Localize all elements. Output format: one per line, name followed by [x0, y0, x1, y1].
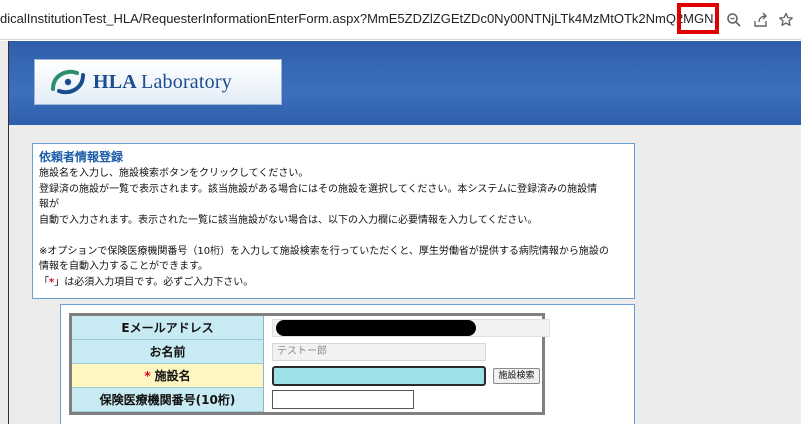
info-line: 情報を自動入力することができます。 [39, 261, 208, 272]
insurance-code-cell [264, 388, 542, 412]
required-note-prefix: 「 [39, 276, 49, 288]
info-line: 自動で入力されます。表示された一覧に該当施設がない場合は、以下の入力欄に必要情報… [39, 214, 538, 226]
name-label: お名前 [72, 340, 264, 364]
email-label: Eメールアドレス [72, 316, 264, 340]
info-line [39, 228, 628, 244]
facility-label-text: 施設名 [154, 369, 191, 383]
info-line: 施設名を入力し、施設検索ボタンをクリックしてください。 [39, 168, 309, 179]
insurance-code-input[interactable] [272, 390, 414, 409]
email-row: Eメールアドレス [72, 316, 550, 340]
logo-text-laboratory: Laboratory [141, 70, 232, 93]
requester-form-table: Eメールアドレス お名前 テストー郎 * 施設名 施設検索 保険医療機関番号(1… [69, 313, 550, 415]
facility-cell: 施設検索 [264, 364, 542, 388]
name-cell: テストー郎 [264, 340, 542, 364]
hla-logo-mark-icon [51, 69, 85, 95]
redacted-email-mask [276, 320, 476, 336]
facility-row: * 施設名 施設検索 [72, 364, 542, 388]
facility-label: * 施設名 [72, 364, 264, 388]
url-text[interactable]: dicalInstitutionTest_HLA/RequesterInform… [0, 11, 716, 29]
requester-info-box: 依頼者情報登録 施設名を入力し、施設検索ボタンをクリックしてください。 登録済の… [32, 143, 635, 299]
info-line: ※オプションで保険医療機関番号（10桁）を入力して施設検索を行っていただくと、厚… [39, 245, 609, 257]
info-line: 報が [39, 199, 59, 210]
bookmark-star-icon[interactable] [776, 10, 796, 30]
required-star: * [144, 368, 151, 383]
logo-text-hla: HLA [93, 70, 136, 93]
facility-search-button[interactable]: 施設検索 [493, 368, 540, 384]
name-row: お名前 テストー郎 [72, 340, 542, 364]
info-line: 登録済の施設が一覧で表示されます。該当施設がある場合にはその施設を選択してくださ… [39, 183, 598, 195]
insurance-code-row: 保険医療機関番号(10桁) [72, 388, 542, 412]
browser-address-bar: dicalInstitutionTest_HLA/RequesterInform… [0, 0, 801, 40]
email-cell [264, 316, 550, 340]
facility-name-input[interactable] [272, 366, 486, 386]
logo-text: HLA Laboratory [93, 71, 232, 94]
header-banner: HLA Laboratory [9, 41, 801, 125]
share-icon[interactable] [751, 10, 771, 30]
required-note-suffix: 」は必須入力項目です。必ずご入力下さい。 [54, 276, 254, 288]
required-note: 「*」は必須入力項目です。必ずご入力下さい。 [39, 275, 628, 291]
page-title: 依頼者情報登録 [39, 150, 124, 164]
page-body: HLA Laboratory 依頼者情報登録 施設名を入力し、施設検索ボタンをク… [0, 41, 801, 424]
name-field[interactable]: テストー郎 [272, 343, 486, 361]
zoom-icon[interactable] [724, 10, 744, 30]
hla-logo: HLA Laboratory [34, 59, 282, 105]
insurance-code-label: 保険医療機関番号(10桁) [72, 388, 264, 412]
requester-form-panel: Eメールアドレス お名前 テストー郎 * 施設名 施設検索 保険医療機関番号(1… [60, 304, 635, 424]
